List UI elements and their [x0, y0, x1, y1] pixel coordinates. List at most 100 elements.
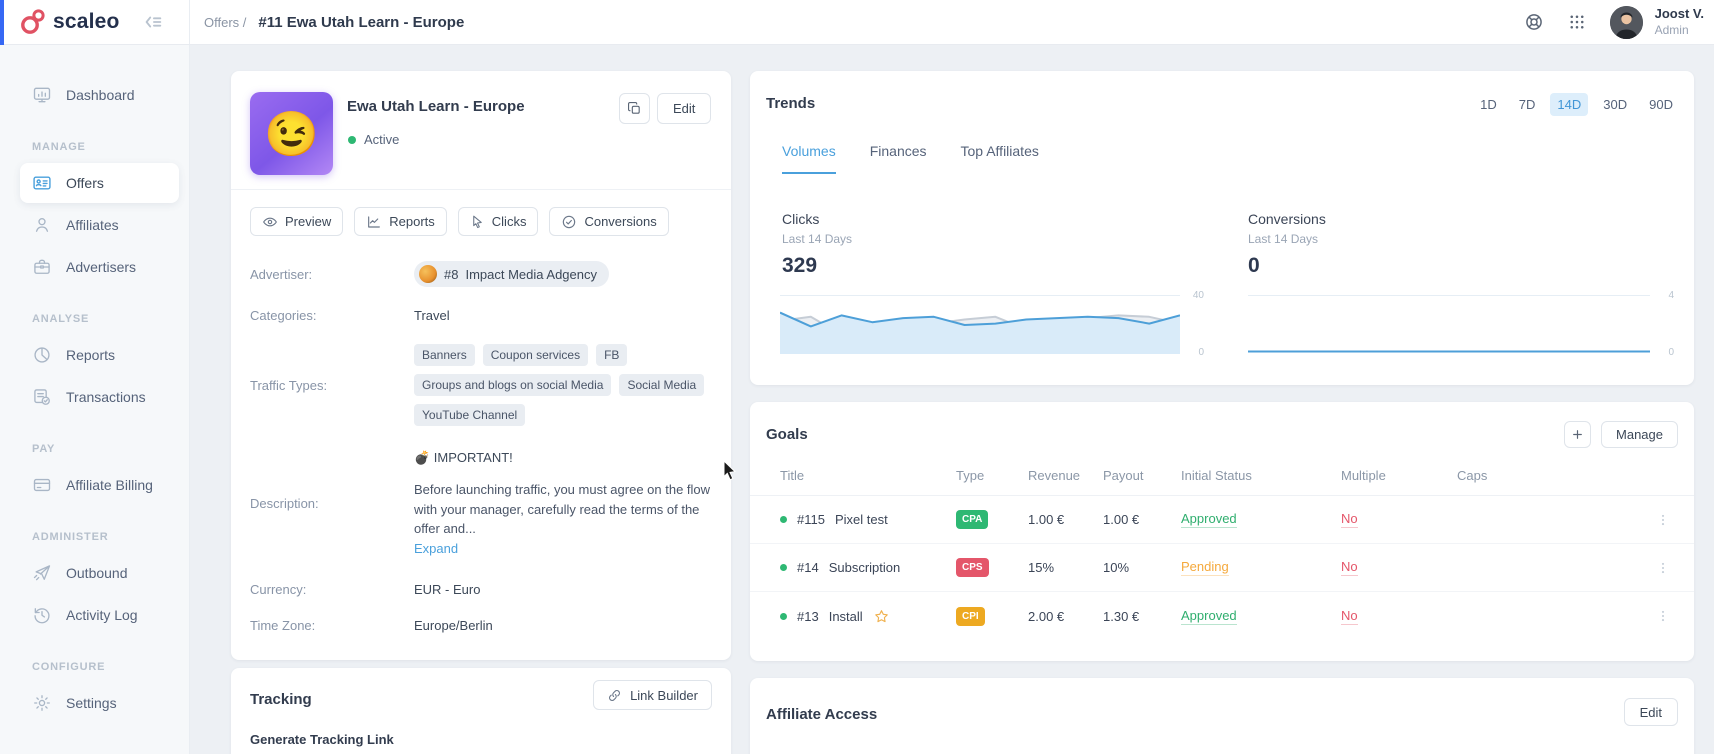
sidebar-item-label: Offers: [66, 175, 104, 191]
conversions-axis-max: 4: [1668, 290, 1674, 301]
app-root: scaleo Offers / #11 Ewa Utah Learn - Eur…: [0, 0, 1714, 754]
advertiser-pill[interactable]: #8 Impact Media Adgency: [414, 261, 609, 287]
description-text: Before launching traffic, you must agree…: [414, 482, 711, 536]
traffic-type-tags: Banners Coupon services FB Groups and blogs…: [414, 344, 709, 426]
goal-multiple-cell: No: [1341, 559, 1457, 576]
sidebar-item-affiliate-billing[interactable]: Affiliate Billing: [20, 465, 179, 505]
goal-row-13: #13 Install CPI 2.00 € 1.30 € Approved No: [750, 592, 1694, 640]
avatar: [1609, 5, 1643, 39]
goal-title-cell: #13 Install: [780, 608, 956, 625]
sidebar: Dashboard MANAGE Offers Affiliates Advertise…: [0, 45, 190, 754]
settings-icon: [32, 693, 52, 713]
goal-name: Pixel test: [834, 512, 888, 527]
goal-revenue-cell: 2.00 €: [1028, 608, 1065, 624]
apps-grid-icon[interactable]: [1568, 13, 1586, 31]
categories-field: Categories: Travel: [250, 308, 712, 323]
goal-multiple-text: No: [1341, 559, 1358, 576]
page-title: #11 Ewa Utah Learn - Europe: [258, 13, 465, 31]
goals-column-revenue: Revenue: [1028, 468, 1081, 483]
goal-multiple-cell: No: [1341, 608, 1457, 625]
status-label: Active: [364, 132, 400, 147]
range-7d-button[interactable]: 7D: [1512, 93, 1543, 116]
check-circle-icon: [561, 214, 577, 230]
timezone-field: Time Zone: Europe/Berlin: [250, 618, 712, 633]
sidebar-section-configure: CONFIGURE: [32, 661, 106, 673]
goal-name: Subscription: [828, 560, 901, 575]
sidebar-item-label: Outbound: [66, 565, 128, 581]
conversions-chart: 4 0: [1248, 290, 1674, 358]
scaleo-logo-icon: [20, 8, 46, 36]
traffic-type-tag: Coupon services: [482, 344, 589, 366]
goals-column-multiple: Multiple: [1341, 468, 1386, 483]
tab-volumes[interactable]: Volumes: [782, 143, 836, 174]
tab-top-affiliates[interactable]: Top Affiliates: [961, 143, 1039, 174]
offers-icon: [32, 173, 52, 193]
offer-status: Active: [348, 132, 399, 147]
goal-row-14: #14 Subscription CPS 15% 10% Pending No: [750, 544, 1694, 592]
add-goal-button[interactable]: [1564, 421, 1592, 448]
sidebar-item-dashboard[interactable]: Dashboard: [20, 75, 179, 115]
sidebar-section-manage: MANAGE: [32, 141, 86, 153]
goal-revenue-cell: 15%: [1028, 560, 1055, 575]
sidebar-item-transactions[interactable]: Transactions: [20, 377, 179, 417]
edit-offer-button[interactable]: Edit: [657, 93, 712, 124]
sidebar-item-activity-log[interactable]: Activity Log: [20, 595, 179, 635]
link-icon: [607, 688, 622, 703]
offer-card: 😉 Ewa Utah Learn - Europe Active Edit Pr…: [231, 71, 731, 660]
billing-icon: [32, 475, 52, 495]
sidebar-item-offers[interactable]: Offers: [20, 163, 179, 203]
preview-button[interactable]: Preview: [250, 207, 344, 236]
sidebar-item-affiliates[interactable]: Affiliates: [20, 205, 179, 245]
goal-status-cell: Pending: [1181, 559, 1341, 576]
goal-row-menu-icon[interactable]: [1656, 512, 1694, 528]
reports-button[interactable]: Reports: [354, 207, 447, 236]
goal-title-cell: #14 Subscription: [780, 560, 956, 575]
conversions-button[interactable]: Conversions: [549, 207, 669, 236]
star-icon: [873, 608, 890, 625]
action-label: Clicks: [491, 214, 527, 229]
goal-type-cell: CPI: [956, 606, 1028, 626]
sidebar-section-administer: ADMINISTER: [32, 531, 109, 543]
goal-status-dot: [780, 516, 787, 523]
sidebar-item-settings[interactable]: Settings: [20, 683, 179, 723]
sidebar-collapse-icon[interactable]: [142, 11, 164, 33]
breadcrumb-offers-link[interactable]: Offers /: [204, 15, 246, 30]
goal-id: #115: [797, 512, 825, 527]
scaleo-logo[interactable]: scaleo: [20, 8, 120, 36]
conversions-axis-min: 0: [1668, 347, 1674, 358]
range-30d-button[interactable]: 30D: [1596, 93, 1634, 116]
help-icon[interactable]: [1524, 12, 1544, 32]
trends-title: Trends: [766, 95, 816, 112]
goal-status-text: Approved: [1181, 607, 1237, 625]
sidebar-item-reports[interactable]: Reports: [20, 335, 179, 375]
range-90d-button[interactable]: 90D: [1642, 93, 1680, 116]
sidebar-item-outbound[interactable]: Outbound: [20, 553, 179, 593]
range-14d-button[interactable]: 14D: [1550, 93, 1589, 116]
sidebar-item-advertisers[interactable]: Advertisers: [20, 247, 179, 287]
expand-description-link[interactable]: Expand: [414, 541, 458, 556]
user-menu[interactable]: Joost V. Admin: [1609, 5, 1704, 39]
traffic-type-tag: FB: [596, 344, 628, 366]
goal-row-menu-icon[interactable]: [1656, 608, 1694, 624]
goal-payout-cell: 1.30 €: [1103, 608, 1140, 624]
tab-finances[interactable]: Finances: [870, 143, 927, 174]
description-heading: 💣 IMPORTANT!: [414, 450, 513, 465]
advertisers-icon: [32, 257, 52, 277]
goals-column-caps: Caps: [1457, 468, 1488, 483]
link-builder-button[interactable]: Link Builder: [593, 680, 712, 710]
goal-payout-cell: 10%: [1103, 560, 1130, 575]
affiliate-access-card: Affiliate Access Edit: [750, 678, 1694, 754]
edit-affiliate-access-button[interactable]: Edit: [1623, 698, 1678, 726]
goals-column-initial-status: Initial Status: [1181, 468, 1252, 483]
copy-offer-button[interactable]: [619, 93, 650, 124]
range-1d-button[interactable]: 1D: [1473, 93, 1504, 116]
manage-goals-button[interactable]: Manage: [1601, 421, 1678, 448]
goal-row-menu-icon[interactable]: [1656, 560, 1694, 576]
cursor-icon: [470, 214, 485, 229]
sidebar-item-label: Reports: [66, 347, 116, 363]
traffic-types-label: Traffic Types:: [250, 377, 328, 393]
clicks-button[interactable]: Clicks: [457, 207, 539, 236]
reports-icon: [32, 345, 52, 365]
goal-id: #13: [797, 608, 819, 624]
sidebar-section-analyse: ANALYSE: [32, 313, 90, 325]
